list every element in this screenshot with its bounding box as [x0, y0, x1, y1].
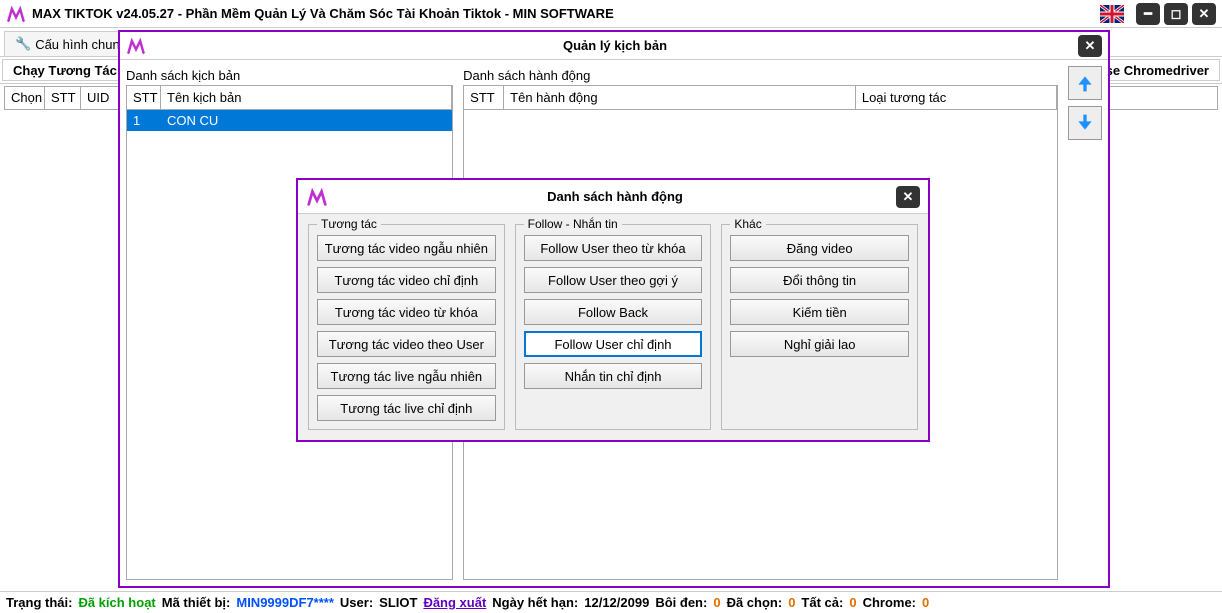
black-label: Bôi đen: — [655, 595, 707, 610]
action-button[interactable]: Tương tác live ngẫu nhiên — [317, 363, 496, 389]
action-button[interactable]: Tương tác video ngẫu nhiên — [317, 235, 496, 261]
minimize-button[interactable]: ━ — [1136, 3, 1160, 25]
modal1-titlebar: Quản lý kịch bản ✕ — [120, 32, 1108, 60]
selected-value: 0 — [788, 595, 795, 610]
all-label: Tất cả: — [801, 595, 843, 610]
action-col-name[interactable]: Tên hành động — [504, 86, 856, 109]
modal2-close-button[interactable]: ✕ — [896, 186, 920, 208]
app-logo-icon — [6, 4, 26, 24]
expire-label: Ngày hết hạn: — [492, 595, 578, 610]
logout-link[interactable]: Đăng xuất — [423, 595, 486, 610]
group-follow: Follow - Nhắn tin Follow User theo từ kh… — [515, 224, 712, 430]
group-other-legend: Khác — [730, 217, 765, 231]
wrench-icon: 🔧 — [15, 36, 31, 52]
arrow-up-icon — [1075, 73, 1095, 93]
scenario-row-stt: 1 — [127, 110, 161, 131]
arrow-down-icon — [1075, 113, 1095, 133]
action-button[interactable]: Kiếm tiền — [730, 299, 909, 325]
action-col-type[interactable]: Loại tương tác — [856, 86, 1057, 109]
user-value: SLIOT — [379, 595, 417, 610]
tab-config-label: Cấu hình chung — [35, 37, 127, 52]
scenario-col-stt[interactable]: STT — [127, 86, 161, 109]
action-groups: Tương tác Tương tác video ngẫu nhiên Tươn… — [298, 214, 928, 440]
group-other: Khác Đăng videoĐổi thông tinKiếm tiềnNgh… — [721, 224, 918, 430]
statusbar: Trạng thái: Đã kích hoạt Mã thiết bị: MI… — [0, 591, 1222, 613]
col-chon[interactable]: Chọn — [5, 87, 45, 109]
action-picker-modal: Danh sách hành động ✕ Tương tác Tương tá… — [296, 178, 930, 442]
action-button[interactable]: Follow User theo từ khóa — [524, 235, 703, 261]
action-button[interactable]: Nghỉ giải lao — [730, 331, 909, 357]
action-button[interactable]: Follow User chỉ định — [524, 331, 703, 357]
device-value: MIN9999DF7**** — [236, 595, 334, 610]
action-list-label: Danh sách hành động — [463, 66, 1058, 85]
status-label: Trạng thái: — [6, 595, 72, 610]
tab-chromedriver[interactable]: se Chromedriver — [1095, 59, 1220, 81]
action-button[interactable]: Follow Back — [524, 299, 703, 325]
action-button[interactable]: Tương tác video theo User — [317, 331, 496, 357]
device-label: Mã thiết bị: — [162, 595, 231, 610]
black-value: 0 — [713, 595, 720, 610]
modal2-title: Danh sách hành động — [334, 189, 896, 204]
status-value: Đã kích hoạt — [78, 595, 155, 610]
maximize-button[interactable]: ◻ — [1164, 3, 1188, 25]
expire-value: 12/12/2099 — [584, 595, 649, 610]
language-flag-icon[interactable] — [1100, 5, 1124, 23]
move-up-button[interactable] — [1068, 66, 1102, 100]
titlebar: MAX TIKTOK v24.05.27 - Phần Mềm Quản Lý … — [0, 0, 1222, 28]
action-button[interactable]: Tương tác live chỉ định — [317, 395, 496, 421]
modal1-title: Quản lý kịch bản — [152, 38, 1078, 53]
scenario-list-label: Danh sách kịch bản — [126, 66, 453, 85]
scenario-row[interactable]: 1 CON CU — [127, 110, 452, 131]
action-button[interactable]: Follow User theo gợi ý — [524, 267, 703, 293]
window-title: MAX TIKTOK v24.05.27 - Phần Mềm Quản Lý … — [32, 6, 1100, 21]
scenario-row-name: CON CU — [161, 110, 452, 131]
modal2-logo-icon — [306, 186, 328, 208]
scenario-col-name[interactable]: Tên kịch bản — [161, 86, 452, 109]
group-interact: Tương tác Tương tác video ngẫu nhiênTươn… — [308, 224, 505, 430]
tab-run-interaction[interactable]: Chạy Tương Tác — [2, 59, 128, 81]
action-button[interactable]: Đăng video — [730, 235, 909, 261]
tab-run-label: Chạy Tương Tác — [13, 63, 117, 78]
action-button[interactable]: Tương tác video chỉ định — [317, 267, 496, 293]
move-down-button[interactable] — [1068, 106, 1102, 140]
chrome-value: 0 — [922, 595, 929, 610]
user-label: User: — [340, 595, 373, 610]
modal1-logo-icon — [126, 36, 146, 56]
modal2-titlebar: Danh sách hành động ✕ — [298, 180, 928, 214]
all-value: 0 — [849, 595, 856, 610]
chrome-label: Chrome: — [863, 595, 916, 610]
action-button[interactable]: Đổi thông tin — [730, 267, 909, 293]
action-button[interactable]: Tương tác video từ khóa — [317, 299, 496, 325]
selected-label: Đã chọn: — [727, 595, 783, 610]
group-follow-legend: Follow - Nhắn tin — [524, 217, 622, 231]
tab-chromedriver-label: se Chromedriver — [1106, 63, 1209, 78]
col-uid[interactable]: UID — [81, 87, 121, 109]
col-stt[interactable]: STT — [45, 87, 81, 109]
group-interact-legend: Tương tác — [317, 217, 381, 231]
modal1-close-button[interactable]: ✕ — [1078, 35, 1102, 57]
action-button[interactable]: Nhắn tin chỉ định — [524, 363, 703, 389]
action-col-stt[interactable]: STT — [464, 86, 504, 109]
close-button[interactable]: ✕ — [1192, 3, 1216, 25]
